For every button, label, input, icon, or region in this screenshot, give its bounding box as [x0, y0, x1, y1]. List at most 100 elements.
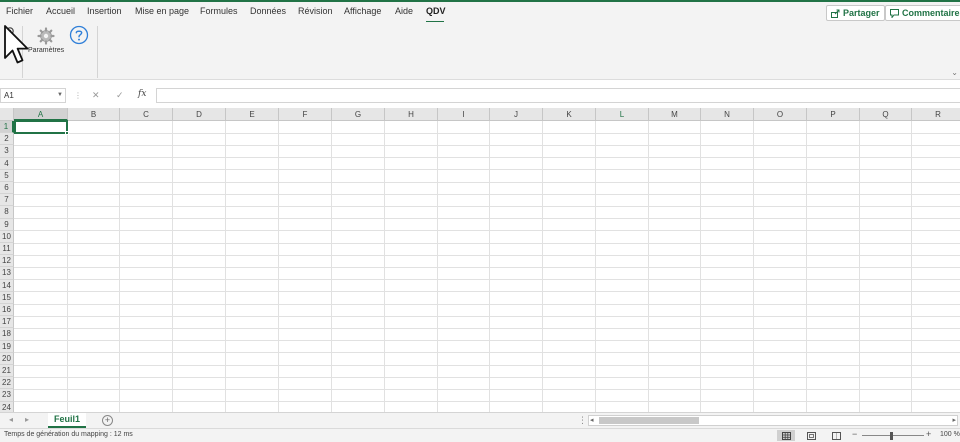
- row-header-8[interactable]: 8: [0, 206, 14, 219]
- menu-accueil[interactable]: Accueil: [46, 6, 75, 16]
- settings-button[interactable]: [36, 27, 56, 47]
- row-header-21[interactable]: 21: [0, 365, 14, 378]
- row-header-2[interactable]: 2: [0, 133, 14, 146]
- column-header-l[interactable]: L: [596, 108, 649, 121]
- prev-sheet-icon[interactable]: ◂: [9, 415, 13, 424]
- grid-line: [14, 401, 960, 402]
- menu-mise-en-page[interactable]: Mise en page: [135, 6, 189, 16]
- next-sheet-icon[interactable]: ▸: [25, 415, 29, 424]
- row-header-24[interactable]: 24: [0, 401, 14, 412]
- spreadsheet-grid[interactable]: A B C D E F G H I J K L M N O P Q R 1 2 …: [0, 108, 960, 412]
- zoom-in-icon[interactable]: +: [926, 429, 931, 439]
- row-header-20[interactable]: 20: [0, 352, 14, 365]
- scroll-left-icon[interactable]: ◂: [590, 416, 594, 424]
- grid-line: [14, 316, 960, 317]
- row-header-22[interactable]: 22: [0, 377, 14, 390]
- column-header-h[interactable]: H: [385, 108, 438, 121]
- row-header-9[interactable]: 9: [0, 218, 14, 231]
- ribbon-collapse-icon[interactable]: ⌄: [951, 68, 958, 77]
- column-header-g[interactable]: G: [332, 108, 385, 121]
- row-header-13[interactable]: 13: [0, 267, 14, 280]
- row-header-12[interactable]: 12: [0, 255, 14, 268]
- menu-formules[interactable]: Formules: [200, 6, 238, 16]
- formula-bar-grip-icon[interactable]: ⋮: [74, 91, 82, 100]
- row-header-18[interactable]: 18: [0, 328, 14, 341]
- column-header-c[interactable]: C: [120, 108, 173, 121]
- column-header-q[interactable]: Q: [860, 108, 912, 121]
- column-header-f[interactable]: F: [279, 108, 332, 121]
- grid-line: [14, 194, 960, 195]
- zoom-level[interactable]: 100 %: [940, 431, 960, 438]
- column-header-d[interactable]: D: [173, 108, 226, 121]
- grid-line: [14, 243, 960, 244]
- grid-line: [14, 133, 960, 134]
- column-header-b[interactable]: B: [68, 108, 120, 121]
- active-cell-a1[interactable]: [14, 120, 69, 135]
- row-header-1[interactable]: 1: [0, 121, 14, 134]
- column-header-n[interactable]: N: [701, 108, 754, 121]
- column-header-p[interactable]: P: [807, 108, 860, 121]
- scroll-right-icon[interactable]: ▸: [952, 416, 956, 424]
- column-header-e[interactable]: E: [226, 108, 279, 121]
- zoom-slider[interactable]: [862, 435, 924, 436]
- menu-qdv[interactable]: QDV: [426, 6, 446, 16]
- column-header-i[interactable]: I: [438, 108, 490, 121]
- grid-line: [14, 279, 960, 280]
- row-header-6[interactable]: 6: [0, 182, 14, 195]
- row-header-14[interactable]: 14: [0, 279, 14, 292]
- zoom-out-icon[interactable]: −: [852, 429, 857, 439]
- row-header-4[interactable]: 4: [0, 157, 14, 170]
- normal-view-button[interactable]: [777, 430, 795, 441]
- formula-input[interactable]: [156, 88, 960, 103]
- grid-line: [14, 145, 960, 146]
- comments-button[interactable]: Commentaires: [885, 5, 960, 21]
- column-header-o[interactable]: O: [754, 108, 807, 121]
- scrollbar-thumb[interactable]: [599, 417, 699, 424]
- row-header-11[interactable]: 11: [0, 243, 14, 256]
- sheet-tab-feuil1[interactable]: Feuil1: [48, 413, 86, 428]
- menu-insertion[interactable]: Insertion: [87, 6, 122, 16]
- row-header-7[interactable]: 7: [0, 194, 14, 207]
- row-header-10[interactable]: 10: [0, 230, 14, 243]
- cancel-icon[interactable]: ✕: [92, 90, 100, 101]
- menu-bar: Fichier Accueil Insertion Mise en page F…: [0, 2, 960, 23]
- settings-label: Paramètres: [28, 47, 65, 54]
- ribbon: Paramètres ⌄: [0, 22, 960, 80]
- row-header-17[interactable]: 17: [0, 316, 14, 329]
- page-break-icon: [831, 431, 841, 440]
- horizontal-scrollbar[interactable]: ◂ ▸: [588, 415, 958, 426]
- row-header-3[interactable]: 3: [0, 145, 14, 158]
- row-header-16[interactable]: 16: [0, 304, 14, 317]
- zoom-slider-thumb[interactable]: [890, 432, 893, 440]
- menu-aide[interactable]: Aide: [395, 6, 413, 16]
- insert-function-icon[interactable]: fx: [138, 89, 146, 99]
- grid-line: [14, 377, 960, 378]
- help-button[interactable]: [69, 25, 89, 47]
- enter-check-icon[interactable]: ✓: [116, 90, 124, 101]
- chevron-down-icon[interactable]: ▼: [57, 92, 63, 98]
- fill-handle[interactable]: [65, 131, 69, 135]
- gear-icon: [37, 27, 55, 45]
- row-header-15[interactable]: 15: [0, 291, 14, 304]
- column-header-k[interactable]: K: [543, 108, 596, 121]
- column-header-m[interactable]: M: [649, 108, 701, 121]
- row-header-19[interactable]: 19: [0, 340, 14, 353]
- row-header-5[interactable]: 5: [0, 169, 14, 182]
- tab-splitter-icon[interactable]: ⋮: [578, 415, 587, 426]
- menu-donnees[interactable]: Données: [250, 6, 286, 16]
- menu-affichage[interactable]: Affichage: [344, 6, 381, 16]
- grid-line: [14, 169, 960, 170]
- share-button[interactable]: Partager: [826, 5, 885, 21]
- page-layout-view-button[interactable]: [802, 430, 820, 441]
- row-header-23[interactable]: 23: [0, 389, 14, 402]
- grid-line: [14, 304, 960, 305]
- column-header-r[interactable]: R: [912, 108, 960, 121]
- select-all-corner[interactable]: [0, 108, 14, 121]
- grid-line: [14, 389, 960, 390]
- page-break-view-button[interactable]: [827, 430, 845, 441]
- menu-fichier[interactable]: Fichier: [6, 6, 33, 16]
- name-box[interactable]: A1 ▼: [0, 88, 66, 103]
- add-sheet-icon[interactable]: +: [102, 415, 113, 426]
- menu-revision[interactable]: Révision: [298, 6, 333, 16]
- column-header-j[interactable]: J: [490, 108, 543, 121]
